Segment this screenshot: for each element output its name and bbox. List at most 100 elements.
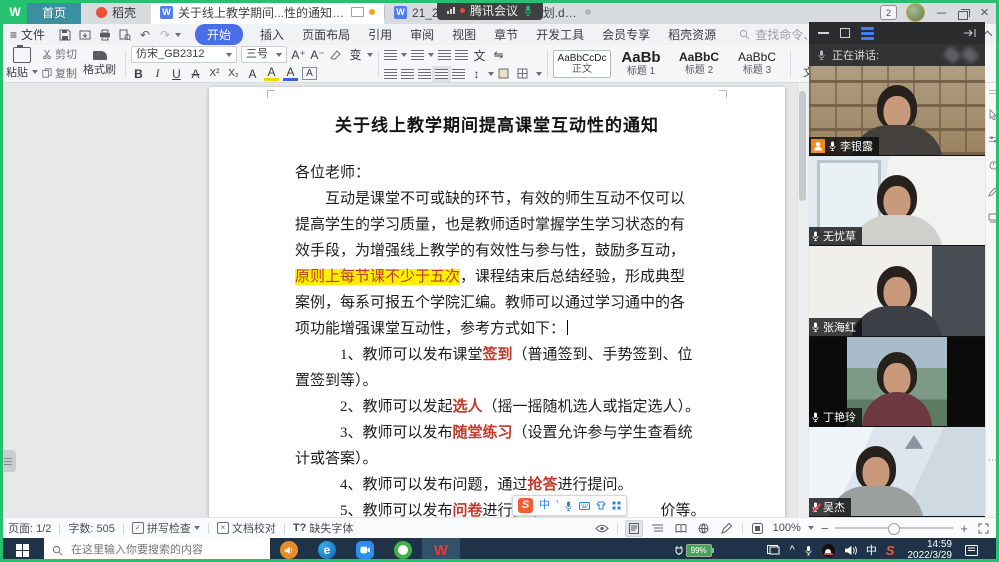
text-direction-icon[interactable]: ⇋ [491, 48, 506, 62]
ime-toolbox-icon[interactable] [612, 501, 621, 510]
ribbon-tab-1[interactable]: 插入 [260, 26, 284, 43]
page-view-icon[interactable] [625, 520, 643, 537]
hidden-icons-chevron[interactable]: ^ [790, 544, 795, 556]
close-button[interactable]: × [977, 4, 992, 21]
read-layout-icon[interactable] [673, 521, 689, 536]
borders-icon[interactable] [517, 68, 532, 79]
font-color-button[interactable]: A [283, 67, 298, 81]
increase-indent-icon[interactable] [455, 50, 468, 60]
zoom-caret-icon[interactable] [808, 526, 814, 530]
sogou-logo-icon[interactable]: S [518, 498, 533, 513]
bullet-list-icon[interactable] [384, 50, 397, 60]
vertical-scrollbar[interactable] [797, 83, 808, 517]
cast-screen-icon[interactable] [767, 545, 781, 556]
document-page[interactable]: 关于线上教学期间提高课堂互动性的通知 各位老师： 互动是课堂不可或缺的环节，有效… [209, 87, 785, 517]
line-spacing-icon[interactable]: ↕ [469, 67, 484, 81]
ribbon-tab-2[interactable]: 页面布局 [302, 26, 350, 43]
character-border-button[interactable]: A [302, 67, 317, 80]
style-card-2[interactable]: AaBbC标题 2 [671, 49, 727, 77]
meeting-minimize-icon[interactable] [818, 32, 829, 34]
fullscreen-icon[interactable] [975, 521, 991, 536]
sogou-tray-icon[interactable]: S [886, 543, 895, 558]
zoom-out-button[interactable]: − [821, 522, 829, 535]
user-avatar[interactable] [906, 3, 925, 22]
ribbon-tab-6[interactable]: 章节 [494, 26, 518, 43]
paste-button[interactable]: 粘贴 [6, 47, 38, 80]
save-icon[interactable] [57, 28, 73, 42]
quickbar-caret-icon[interactable] [175, 33, 181, 37]
shading-icon[interactable] [498, 68, 513, 79]
highlight-color-button[interactable]: A [264, 67, 279, 81]
cut-button[interactable]: 剪切 [42, 46, 77, 62]
taskbar-clock[interactable]: 14:59 2022/3/29 [908, 539, 953, 561]
italic-button[interactable]: I [150, 66, 165, 81]
ribbon-tab-home[interactable]: 开始 [195, 24, 243, 45]
participant-video-wall[interactable]: 张海红 [809, 246, 985, 336]
zoom-in-button[interactable]: + [960, 522, 968, 535]
participant-video-bookshelf[interactable]: 李银露 [809, 66, 985, 156]
ime-voice-icon[interactable] [564, 501, 573, 511]
minimize-button[interactable]: ─ [934, 4, 949, 21]
document-line[interactable]: 各位老师： [295, 160, 699, 186]
volume-icon[interactable] [844, 545, 857, 556]
document-line[interactable]: 互动是课堂不可或缺的环节，有效的师生互动不仅可以 [295, 186, 699, 212]
font-name-select[interactable]: 仿宋_GB2312 [131, 46, 237, 63]
zoom-slider-knob[interactable] [888, 523, 900, 535]
tencent-meeting-chip[interactable]: 腾讯会议 [437, 0, 543, 20]
notification-center-icon[interactable] [965, 545, 978, 556]
file-menu[interactable]: ≡文件 [10, 26, 45, 43]
participant-video-window[interactable]: 无忧草 [809, 156, 985, 246]
grow-font-button[interactable]: A⁺ [291, 48, 306, 62]
document-line[interactable]: 5、教师可以发布问卷进行多维价等。 [295, 498, 699, 517]
proofing-button[interactable]: ×文档校对 [217, 520, 276, 536]
shrink-font-button[interactable]: A⁻ [310, 48, 325, 62]
participant-video-office[interactable]: 吴杰 [809, 427, 985, 517]
align-right-icon[interactable] [418, 69, 431, 79]
ime-mode-toggle[interactable]: 中 [539, 500, 550, 511]
document-line[interactable]: 原则上每节课不少于五次，课程结束后总结经验，形成典型 [295, 264, 699, 290]
undo-icon[interactable]: ↶ [137, 28, 153, 42]
align-center-icon[interactable] [401, 69, 414, 79]
mic-tray-icon[interactable] [804, 545, 813, 556]
strikethrough-button[interactable]: A [188, 67, 203, 81]
asian-layout-icon[interactable]: 文 [472, 47, 487, 64]
battery-indicator[interactable]: 99% [675, 544, 712, 557]
workspace-badge[interactable]: 2 [880, 5, 897, 20]
ime-keyboard-icon[interactable] [579, 502, 590, 510]
fit-page-icon[interactable] [750, 521, 766, 536]
justify-icon[interactable] [435, 69, 448, 79]
ime-punctuation-toggle[interactable]: ’ [556, 500, 558, 511]
document-line[interactable]: 2、教师可以发起选人（摇一摇随机选人或指定选人）。 [295, 394, 699, 420]
style-card-3[interactable]: AaBbC标题 3 [729, 49, 785, 77]
print-icon[interactable] [97, 28, 113, 42]
restore-button[interactable] [958, 11, 968, 20]
document-line[interactable]: 4、教师可以发布问题，通过抢答进行提问。 [295, 472, 699, 498]
ribbon-tab-8[interactable]: 会员专享 [602, 26, 650, 43]
zoom-level[interactable]: 100% [773, 522, 801, 534]
word-count[interactable]: 字数: 505 [68, 520, 114, 536]
underline-button[interactable]: U [169, 67, 184, 81]
web-layout-icon[interactable] [696, 521, 712, 536]
decrease-indent-icon[interactable] [438, 50, 451, 60]
document-line[interactable]: 置签到等）。 [295, 368, 699, 394]
zoom-slider[interactable] [835, 527, 953, 529]
document-line[interactable]: 提高学生的学习质量，也是教师适时掌握学生学习状态的有 [295, 212, 699, 238]
meeting-collapse-icon[interactable] [963, 28, 976, 38]
print-preview-icon[interactable] [117, 28, 133, 42]
document-line[interactable]: 项功能增强课堂互动性，参考方式如下： [295, 316, 699, 342]
document-line[interactable]: 3、教师可以发布随堂练习（设置允许参与学生查看统 [295, 420, 699, 446]
ribbon-tab-5[interactable]: 视图 [452, 26, 476, 43]
ribbon-tab-7[interactable]: 开发工具 [536, 26, 584, 43]
qq-icon[interactable] [822, 544, 835, 557]
style-card-0[interactable]: AaBbCcDc正文 [553, 50, 611, 78]
meeting-maximize-icon[interactable] [840, 28, 850, 38]
ime-mode-indicator[interactable]: 中 [866, 542, 877, 558]
ime-skin-icon[interactable] [596, 501, 606, 510]
font-size-select[interactable]: 三号 [241, 46, 287, 63]
participant-video-phone[interactable]: 丁艳玲 [809, 337, 985, 427]
taskbar-search-input[interactable] [69, 543, 262, 557]
text-effects-button[interactable]: A [245, 67, 260, 81]
tab-home[interactable]: 首页 [27, 0, 81, 24]
copy-button[interactable]: 复制 [42, 65, 77, 81]
numbered-list-icon[interactable] [411, 50, 424, 60]
